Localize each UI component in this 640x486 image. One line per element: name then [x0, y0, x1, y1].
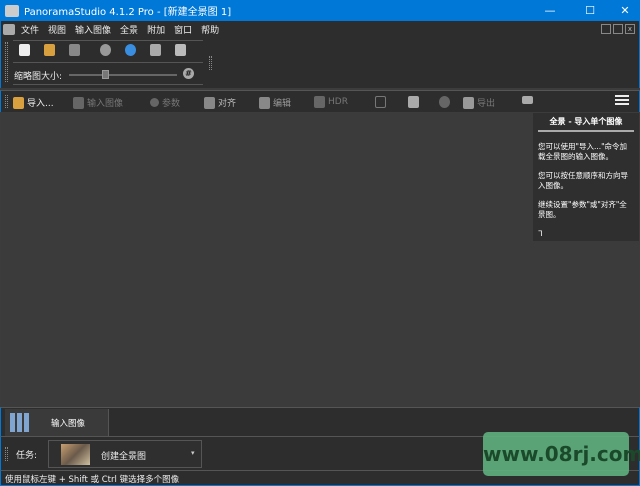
mdi-close-button[interactable]: x: [625, 24, 635, 34]
params-label: 参数: [162, 99, 181, 109]
watermark: www.08rj.com: [483, 432, 640, 476]
export-icon: [463, 96, 474, 109]
toolbar-grip[interactable]: [5, 95, 8, 108]
menu-window[interactable]: 窗口: [174, 23, 192, 36]
help-title: 全景 - 导入单个图像: [538, 116, 634, 132]
tab-input-images[interactable]: 输入图像: [5, 409, 109, 436]
menu-view[interactable]: 视图: [48, 23, 66, 36]
menu-file[interactable]: 文件: [21, 23, 39, 36]
right-panel-background: [533, 241, 639, 407]
target-icon: [439, 96, 450, 108]
hdr-button[interactable]: HDR: [314, 96, 348, 108]
params-button[interactable]: 参数: [150, 96, 180, 109]
toolbar-grip-2: [209, 56, 212, 70]
share-icon[interactable]: [150, 44, 161, 56]
workflow-toolbar: 导入... 输入图像 参数 对齐 编辑 HDR 导出: [0, 90, 640, 112]
input-images-label: 输入图像: [87, 99, 124, 109]
slider-handle[interactable]: [102, 70, 109, 79]
edit-button[interactable]: 编辑: [259, 96, 291, 109]
import-icon: [13, 96, 24, 109]
tip-icon[interactable]: [100, 44, 111, 56]
edit-icon: [259, 96, 270, 109]
image-area[interactable]: [1, 113, 533, 407]
save-icon[interactable]: [69, 44, 80, 56]
thumbnails-icon: [10, 413, 30, 432]
toolbar-grip[interactable]: [5, 447, 8, 461]
maximize-button[interactable]: ☐: [575, 0, 605, 21]
target-button[interactable]: [439, 96, 450, 108]
menu-bar: 文件 视图 输入图像 全景 附加 窗口 帮助 x: [0, 21, 640, 38]
chevron-down-icon: ▾: [191, 449, 195, 457]
open-icon[interactable]: [44, 44, 55, 56]
export-button[interactable]: 导出: [463, 96, 495, 109]
hamburger-menu-button[interactable]: [615, 95, 629, 105]
help-icon[interactable]: [125, 44, 136, 56]
print-button[interactable]: [408, 96, 419, 108]
import-label: 导入...: [27, 99, 54, 109]
minimize-button[interactable]: —: [535, 0, 565, 21]
printer-icon: [522, 96, 533, 104]
export-doc-icon[interactable]: [175, 44, 186, 56]
doc-icon[interactable]: [3, 24, 15, 35]
help-text-1: 您可以使用"导入..."命令加载全景图的输入图像。: [538, 142, 628, 161]
export-label: 导出: [477, 99, 496, 109]
main-toolbar: 缩略图大小: #: [0, 38, 640, 88]
task-thumbnail-icon: [61, 444, 90, 465]
align-label: 对齐: [218, 99, 237, 109]
task-value: 创建全景图: [101, 452, 147, 462]
hdr-label: HDR: [328, 97, 348, 107]
toolbar-grip[interactable]: [5, 42, 8, 82]
edit-label: 编辑: [273, 99, 292, 109]
task-label: 任务:: [16, 451, 38, 461]
title-bar: PanoramaStudio 4.1.2 Pro - [新建全景图 1] — ☐…: [0, 0, 640, 21]
layout-icon: [408, 96, 419, 108]
mdi-restore-button[interactable]: [613, 24, 623, 34]
images-icon: [73, 96, 84, 109]
new-icon[interactable]: [19, 44, 30, 56]
window-title: PanoramaStudio 4.1.2 Pro - [新建全景图 1]: [24, 7, 232, 18]
collapse-icon[interactable]: ᒣ: [538, 229, 543, 238]
task-select[interactable]: 创建全景图 ▾: [48, 440, 202, 468]
menu-extras[interactable]: 附加: [147, 23, 165, 36]
mdi-minimize-button[interactable]: [601, 24, 611, 34]
thumb-size-label: 缩略图大小:: [14, 72, 63, 82]
printer-button[interactable]: [522, 96, 533, 104]
hdr-icon: [314, 96, 325, 108]
app-logo-icon: [5, 4, 19, 17]
input-images-button[interactable]: 输入图像: [73, 96, 123, 109]
close-button[interactable]: ✕: [610, 0, 640, 21]
menu-help[interactable]: 帮助: [201, 23, 219, 36]
help-panel: 全景 - 导入单个图像 您可以使用"导入..."命令加载全景图的输入图像。 您可…: [533, 113, 639, 241]
menu-input-images[interactable]: 输入图像: [75, 23, 111, 36]
crop-button[interactable]: [375, 96, 386, 108]
gear-icon: [150, 98, 159, 107]
align-button[interactable]: 对齐: [204, 96, 236, 109]
help-text-3: 继续设置"参数"或"对齐"全景图。: [538, 200, 627, 219]
import-button[interactable]: 导入...: [13, 96, 54, 109]
align-icon: [204, 96, 215, 109]
help-text-2: 您可以按任意顺序和方向导入图像。: [538, 171, 628, 190]
grid-toggle-button[interactable]: #: [183, 68, 194, 79]
menu-panorama[interactable]: 全景: [120, 23, 138, 36]
crop-icon: [375, 96, 386, 108]
tab-label: 输入图像: [51, 419, 86, 429]
thumb-size-slider[interactable]: [69, 70, 177, 79]
